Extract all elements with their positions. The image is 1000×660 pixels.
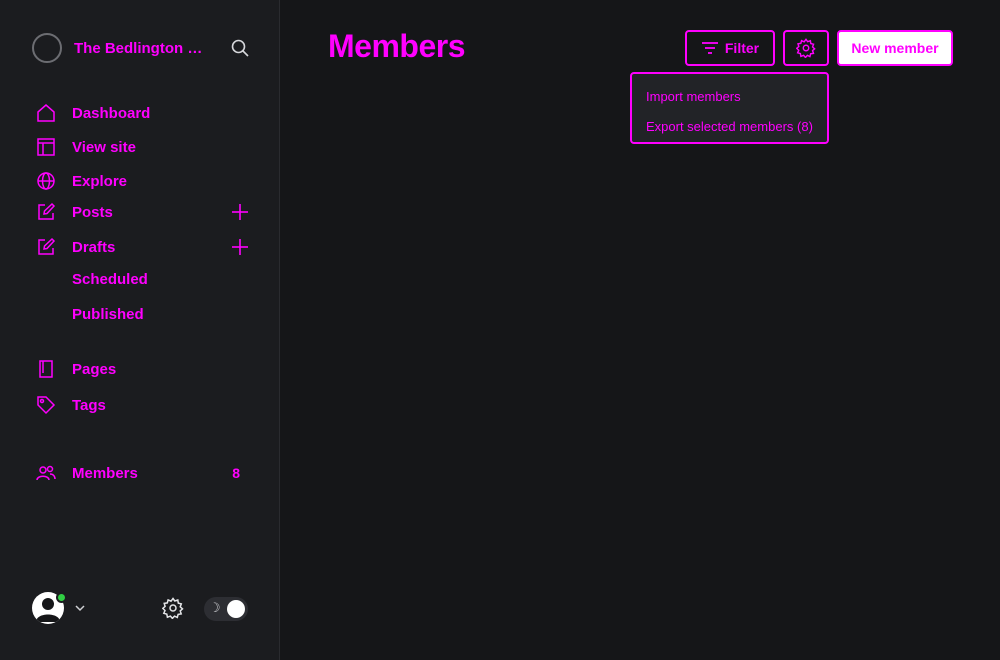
- export-members-menu-item[interactable]: Export selected members (8): [646, 114, 826, 138]
- browser-icon: [37, 138, 55, 156]
- import-members-menu-item[interactable]: Import members: [646, 84, 826, 108]
- pencil-square-icon: [38, 237, 56, 255]
- tag-icon: [37, 396, 56, 415]
- site-title: The Bedlington Bo...: [74, 39, 212, 57]
- sidebar-item-label: Tags: [72, 396, 106, 414]
- pencil-square-icon: [38, 202, 56, 220]
- home-icon: [37, 104, 55, 122]
- gear-icon: [796, 38, 816, 58]
- filter-icon: [701, 42, 718, 54]
- sidebar-item-members[interactable]: Members 8: [36, 459, 250, 487]
- sidebar-item-explore[interactable]: Explore: [36, 167, 250, 195]
- moon-icon: ☽: [209, 601, 221, 616]
- filter-button[interactable]: Filter: [685, 30, 775, 66]
- sidebar-item-label: Drafts: [72, 238, 116, 256]
- sidebar-item-label: Dashboard: [72, 104, 151, 122]
- sidebar-item-posts[interactable]: Posts: [36, 198, 250, 226]
- sidebar-item-drafts[interactable]: Drafts: [36, 233, 250, 261]
- sidebar-subitem-scheduled[interactable]: Scheduled: [72, 267, 148, 291]
- sidebar-item-label: View site: [72, 138, 136, 156]
- sidebar-item-label: Posts: [72, 203, 113, 221]
- sidebar-footer: ☽: [32, 590, 248, 626]
- online-status-dot: [56, 592, 67, 603]
- site-brand[interactable]: The Bedlington Bo...: [32, 32, 252, 64]
- theme-toggle[interactable]: ☽: [204, 597, 248, 621]
- sidebar-item-label: Members: [72, 464, 138, 482]
- add-draft-icon[interactable]: [230, 237, 250, 257]
- site-logo: [32, 33, 62, 63]
- sidebar-item-pages[interactable]: Pages: [36, 355, 250, 383]
- page-title: Members: [328, 28, 466, 64]
- members-actions-button[interactable]: [783, 30, 829, 66]
- members-actions-menu: Import members Export selected members (…: [630, 72, 829, 144]
- sidebar: The Bedlington Bo... Dashboard View site…: [0, 0, 280, 660]
- sidebar-item-label: Pages: [72, 360, 117, 378]
- add-post-icon[interactable]: [230, 202, 250, 222]
- sidebar-subitem-published[interactable]: Published: [72, 302, 144, 326]
- sidebar-item-view-site[interactable]: View site: [36, 133, 250, 161]
- sidebar-item-tags[interactable]: Tags: [36, 391, 250, 419]
- page-icon: [39, 360, 53, 378]
- chevron-down-icon[interactable]: [74, 602, 86, 614]
- toggle-knob: [227, 600, 245, 618]
- search-icon[interactable]: [230, 38, 250, 58]
- members-count: 8: [232, 465, 240, 481]
- new-member-button[interactable]: New member: [837, 30, 953, 66]
- sidebar-item-dashboard[interactable]: Dashboard: [36, 99, 250, 127]
- gear-icon[interactable]: [162, 597, 184, 619]
- globe-icon: [37, 172, 55, 190]
- filter-button-label: Filter: [724, 40, 760, 56]
- sidebar-item-label: Explore: [72, 172, 128, 190]
- members-icon: [36, 465, 56, 481]
